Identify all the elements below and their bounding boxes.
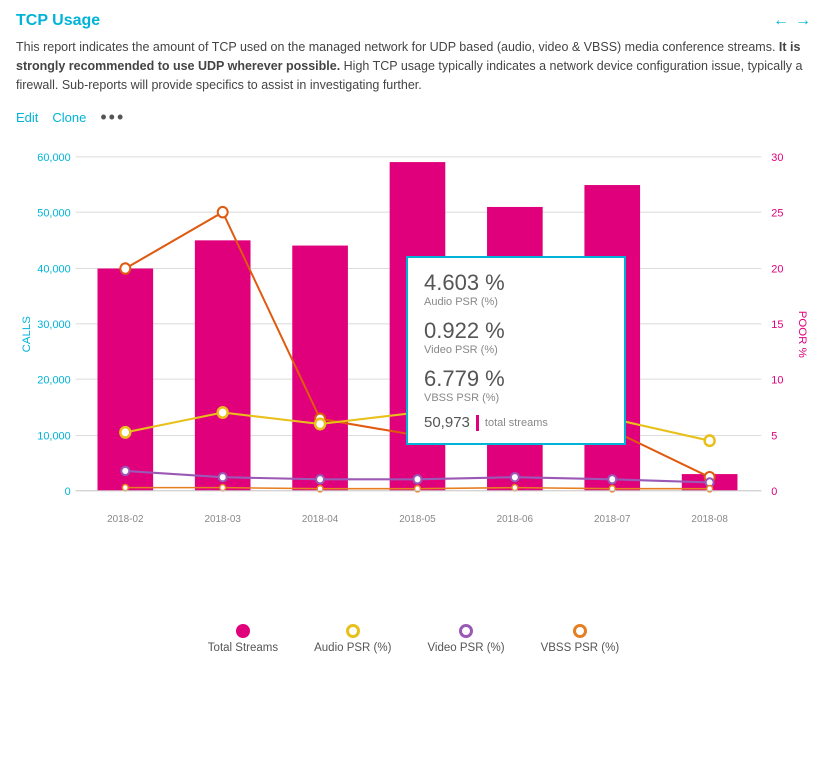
- video-dot-2: [316, 475, 324, 483]
- edit-button[interactable]: Edit: [16, 110, 38, 125]
- report-description: This report indicates the amount of TCP …: [16, 38, 811, 94]
- page-title: TCP Usage: [16, 12, 100, 30]
- svg-text:10: 10: [771, 374, 783, 386]
- legend-label-audio-psr: Audio PSR (%): [314, 642, 391, 654]
- legend-dot-audio-psr: [346, 624, 360, 638]
- toolbar: Edit Clone •••: [16, 108, 811, 126]
- legend-total-streams: Total Streams: [208, 624, 278, 654]
- chart-legend: Total Streams Audio PSR (%) Video PSR (%…: [16, 624, 811, 658]
- svg-text:CALLS: CALLS: [21, 316, 33, 352]
- svg-text:50,000: 50,000: [37, 207, 70, 219]
- tooltip: 4.603 % Audio PSR (%) 0.922 % Video PSR …: [406, 256, 626, 445]
- audio-dot-2: [315, 419, 325, 429]
- svg-text:20,000: 20,000: [37, 374, 70, 386]
- tooltip-audio-label: Audio PSR (%): [424, 296, 608, 308]
- audio-dot-0: [120, 427, 130, 437]
- tooltip-video-label: Video PSR (%): [424, 344, 608, 356]
- svg-text:60,000: 60,000: [37, 152, 70, 164]
- audio-dot-6: [705, 436, 715, 446]
- audio-dot-1: [218, 408, 228, 418]
- svg-text:2018-03: 2018-03: [204, 514, 241, 525]
- svg-text:2018-05: 2018-05: [399, 514, 436, 525]
- svg-text:10,000: 10,000: [37, 431, 70, 443]
- vbss-dot-1: [220, 485, 226, 491]
- ts-dot-1: [218, 207, 228, 217]
- svg-text:2018-07: 2018-07: [594, 514, 631, 525]
- svg-text:5: 5: [771, 431, 777, 443]
- more-options-button[interactable]: •••: [100, 108, 125, 126]
- bar-0: [97, 269, 153, 491]
- legend-vbss-psr: VBSS PSR (%): [541, 624, 620, 654]
- legend-label-total-streams: Total Streams: [208, 642, 278, 654]
- svg-text:2018-08: 2018-08: [691, 514, 728, 525]
- video-dot-5: [608, 475, 616, 483]
- description-part1: This report indicates the amount of TCP …: [16, 40, 775, 54]
- svg-text:25: 25: [771, 207, 783, 219]
- svg-text:2018-06: 2018-06: [497, 514, 534, 525]
- svg-text:30,000: 30,000: [37, 319, 70, 331]
- legend-label-video-psr: Video PSR (%): [427, 642, 504, 654]
- svg-text:POOR %: POOR %: [796, 311, 808, 358]
- tooltip-streams-row: 50,973 total streams: [424, 414, 608, 431]
- tooltip-audio-value: 4.603 %: [424, 270, 608, 296]
- svg-text:0: 0: [65, 486, 71, 498]
- svg-text:0: 0: [771, 486, 777, 498]
- nav-prev-button[interactable]: ←: [773, 12, 789, 30]
- tooltip-streams-value: 50,973: [424, 414, 470, 431]
- clone-button[interactable]: Clone: [52, 110, 86, 125]
- ts-dot-0: [120, 264, 130, 274]
- tooltip-video-value: 0.922 %: [424, 318, 608, 344]
- video-dot-3: [414, 475, 422, 483]
- vbss-dot-4: [512, 485, 518, 491]
- vbss-dot-0: [122, 485, 128, 491]
- page-header: TCP Usage ← →: [16, 12, 811, 30]
- legend-audio-psr: Audio PSR (%): [314, 624, 391, 654]
- video-dot-4: [511, 473, 519, 481]
- video-dot-1: [219, 473, 227, 481]
- svg-text:20: 20: [771, 264, 783, 276]
- chart-container: 60,000 50,000 40,000 30,000 20,000 10,00…: [16, 136, 811, 616]
- svg-text:40,000: 40,000: [37, 264, 70, 276]
- legend-label-vbss-psr: VBSS PSR (%): [541, 642, 620, 654]
- tooltip-streams-label: total streams: [485, 417, 548, 429]
- svg-text:2018-04: 2018-04: [302, 514, 339, 525]
- nav-arrows: ← →: [773, 12, 811, 30]
- video-dot-0: [121, 467, 129, 475]
- tooltip-vbss-value: 6.779 %: [424, 366, 608, 392]
- nav-next-button[interactable]: →: [795, 12, 811, 30]
- streams-bar-icon: [476, 415, 479, 431]
- legend-video-psr: Video PSR (%): [427, 624, 504, 654]
- svg-text:15: 15: [771, 319, 783, 331]
- legend-dot-vbss-psr: [573, 624, 587, 638]
- legend-dot-video-psr: [459, 624, 473, 638]
- svg-text:2018-02: 2018-02: [107, 514, 144, 525]
- legend-dot-total-streams: [236, 624, 250, 638]
- svg-text:30: 30: [771, 152, 783, 164]
- bar-1: [195, 241, 251, 491]
- tooltip-vbss-label: VBSS PSR (%): [424, 392, 608, 404]
- bar-2: [292, 246, 348, 491]
